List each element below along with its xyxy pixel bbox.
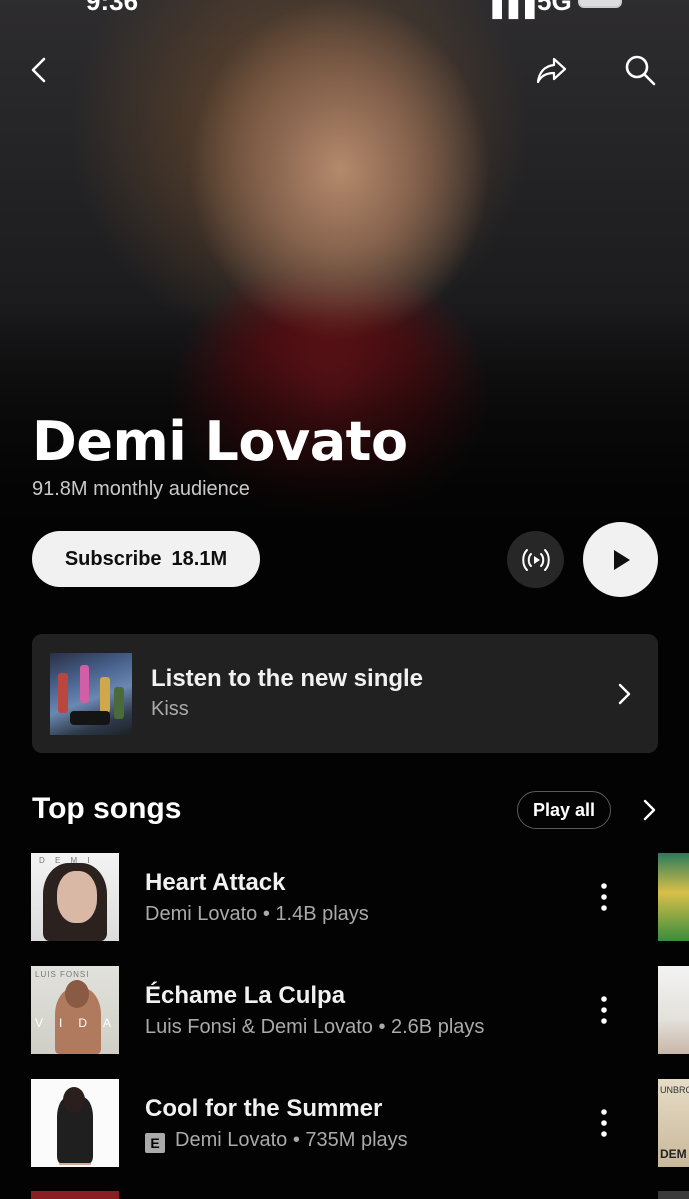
- next-column-thumbnail[interactable]: UNBROKEN DEM: [658, 1079, 689, 1167]
- song-thumbnail: [31, 1079, 119, 1167]
- next-column-thumbnail[interactable]: [658, 853, 689, 941]
- status-bar: 9:36 ▮▮▮ 5G: [0, 0, 689, 22]
- song-row[interactable]: Cool for the Summer E Demi Lovato • 735M …: [0, 1079, 689, 1169]
- radio-icon: [521, 548, 550, 571]
- radio-button[interactable]: [507, 531, 564, 588]
- new-single-title: Listen to the new single: [151, 665, 424, 692]
- play-button[interactable]: [583, 522, 658, 597]
- more-vert-icon[interactable]: [590, 1107, 618, 1139]
- share-icon[interactable]: [534, 52, 570, 88]
- top-songs-heading: Top songs: [32, 792, 182, 825]
- song-meta: Demi Lovato • 1.4B plays: [145, 903, 369, 925]
- song-meta-row: E Demi Lovato • 735M plays: [145, 1129, 408, 1153]
- more-vert-icon[interactable]: [590, 881, 618, 913]
- battery-icon: [578, 0, 622, 8]
- new-single-card[interactable]: Listen to the new single Kiss: [32, 634, 658, 753]
- song-thumbnail-partial[interactable]: [31, 1191, 119, 1199]
- song-title: Échame La Culpa: [145, 982, 346, 1009]
- play-icon: [613, 549, 630, 570]
- subscribe-label: Subscribe: [64, 547, 162, 570]
- single-artwork: [50, 653, 132, 735]
- monthly-audience: 91.8M monthly audience: [32, 478, 250, 500]
- song-row[interactable]: D E M I Heart Attack Demi Lovato • 1.4B …: [0, 853, 689, 943]
- network-type: 5G: [537, 0, 572, 16]
- explicit-badge: E: [145, 1133, 165, 1153]
- song-meta: Luis Fonsi & Demi Lovato • 2.6B plays: [145, 1016, 485, 1038]
- artist-name: Demi Lovato: [32, 410, 408, 473]
- subscriber-count: 18.1M: [171, 547, 228, 570]
- subscribe-button[interactable]: Subscribe 18.1M: [32, 531, 260, 587]
- song-thumbnail: D E M I: [31, 853, 119, 941]
- search-icon[interactable]: [622, 52, 658, 88]
- song-title: Heart Attack: [145, 869, 286, 896]
- more-vert-icon[interactable]: [590, 994, 618, 1026]
- next-column-thumbnail[interactable]: [658, 966, 689, 1054]
- artist-page: 9:36 ▮▮▮ 5G Demi Lovato 91.8M monthly au…: [0, 0, 689, 1199]
- song-meta: Demi Lovato • 735M plays: [175, 1129, 408, 1151]
- chevron-left-icon[interactable]: [22, 52, 58, 88]
- song-row[interactable]: LUIS FONSI VIDA Échame La Culpa Luis Fon…: [0, 966, 689, 1056]
- play-all-button[interactable]: Play all: [517, 791, 611, 829]
- song-title: Cool for the Summer: [145, 1095, 383, 1122]
- new-single-subtitle: Kiss: [151, 698, 189, 720]
- chevron-right-icon: [618, 683, 631, 705]
- status-time: 9:36: [86, 0, 139, 16]
- song-thumbnail: LUIS FONSI VIDA: [31, 966, 119, 1054]
- chevron-right-icon[interactable]: [636, 796, 662, 824]
- cellular-signal-icon: ▮▮▮: [490, 0, 539, 22]
- next-column-thumbnail-partial[interactable]: [658, 1191, 689, 1199]
